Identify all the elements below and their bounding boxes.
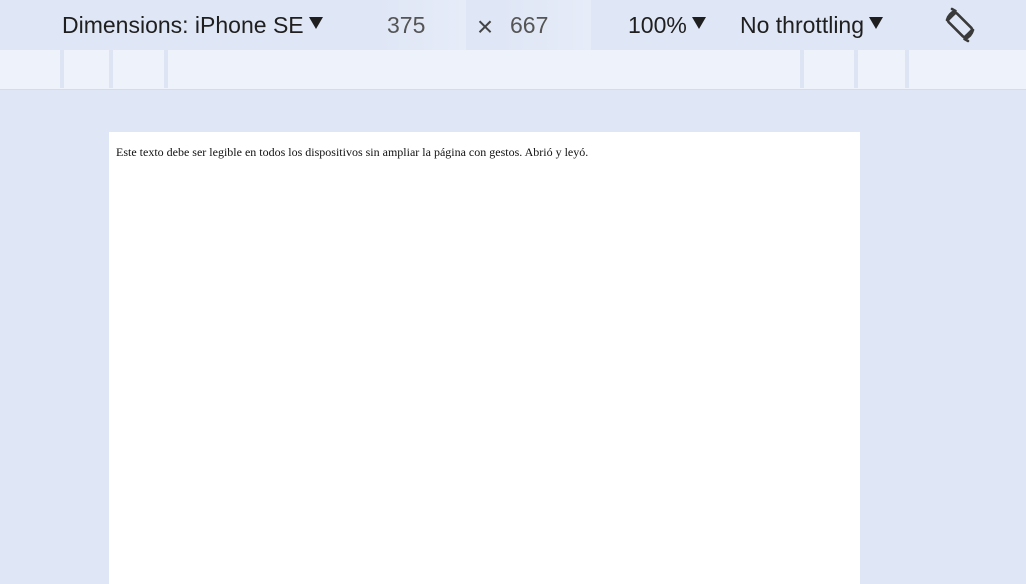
mq-segment-center[interactable]	[168, 50, 800, 88]
zoom-dropdown[interactable]: 100%	[628, 0, 706, 50]
throttling-label: No throttling	[740, 11, 865, 38]
dimensions-label: Dimensions: iPhone SE	[62, 11, 304, 38]
mq-segment-mobile-s-left[interactable]	[0, 50, 60, 88]
device-viewport[interactable]: Este texto debe ser legible en todos los…	[109, 132, 860, 584]
mq-segment-mobile-m-right[interactable]	[858, 50, 905, 88]
caret-down-icon	[308, 17, 323, 29]
rotate-button[interactable]	[940, 0, 980, 50]
zoom-label: 100%	[628, 11, 687, 38]
caret-down-icon	[869, 17, 884, 29]
dimensions-dropdown[interactable]: Dimensions: iPhone SE	[62, 0, 323, 50]
width-value: 375	[387, 11, 426, 38]
mq-segment-mobile-s-right[interactable]	[909, 50, 1026, 88]
height-value: 667	[510, 11, 549, 38]
mq-segment-mobile-l-left[interactable]	[113, 50, 164, 88]
throttling-dropdown[interactable]: No throttling	[740, 0, 884, 50]
height-input[interactable]: 667	[501, 0, 591, 50]
page-body-text: Este texto debe ser legible en todos los…	[116, 145, 589, 159]
caret-down-icon	[691, 17, 706, 29]
media-query-bar	[0, 50, 1026, 90]
rotate-icon	[945, 7, 975, 43]
mq-segment-mobile-l-right[interactable]	[804, 50, 854, 88]
device-mode-app: Dimensions: iPhone SE 375 × 667 100% No …	[0, 0, 1026, 584]
times-separator: ×	[475, 2, 495, 52]
mq-segment-mobile-m-left[interactable]	[64, 50, 109, 88]
times-symbol: ×	[476, 11, 494, 42]
device-toolbar: Dimensions: iPhone SE 375 × 667 100% No …	[0, 0, 1026, 50]
width-input[interactable]: 375	[378, 0, 466, 50]
